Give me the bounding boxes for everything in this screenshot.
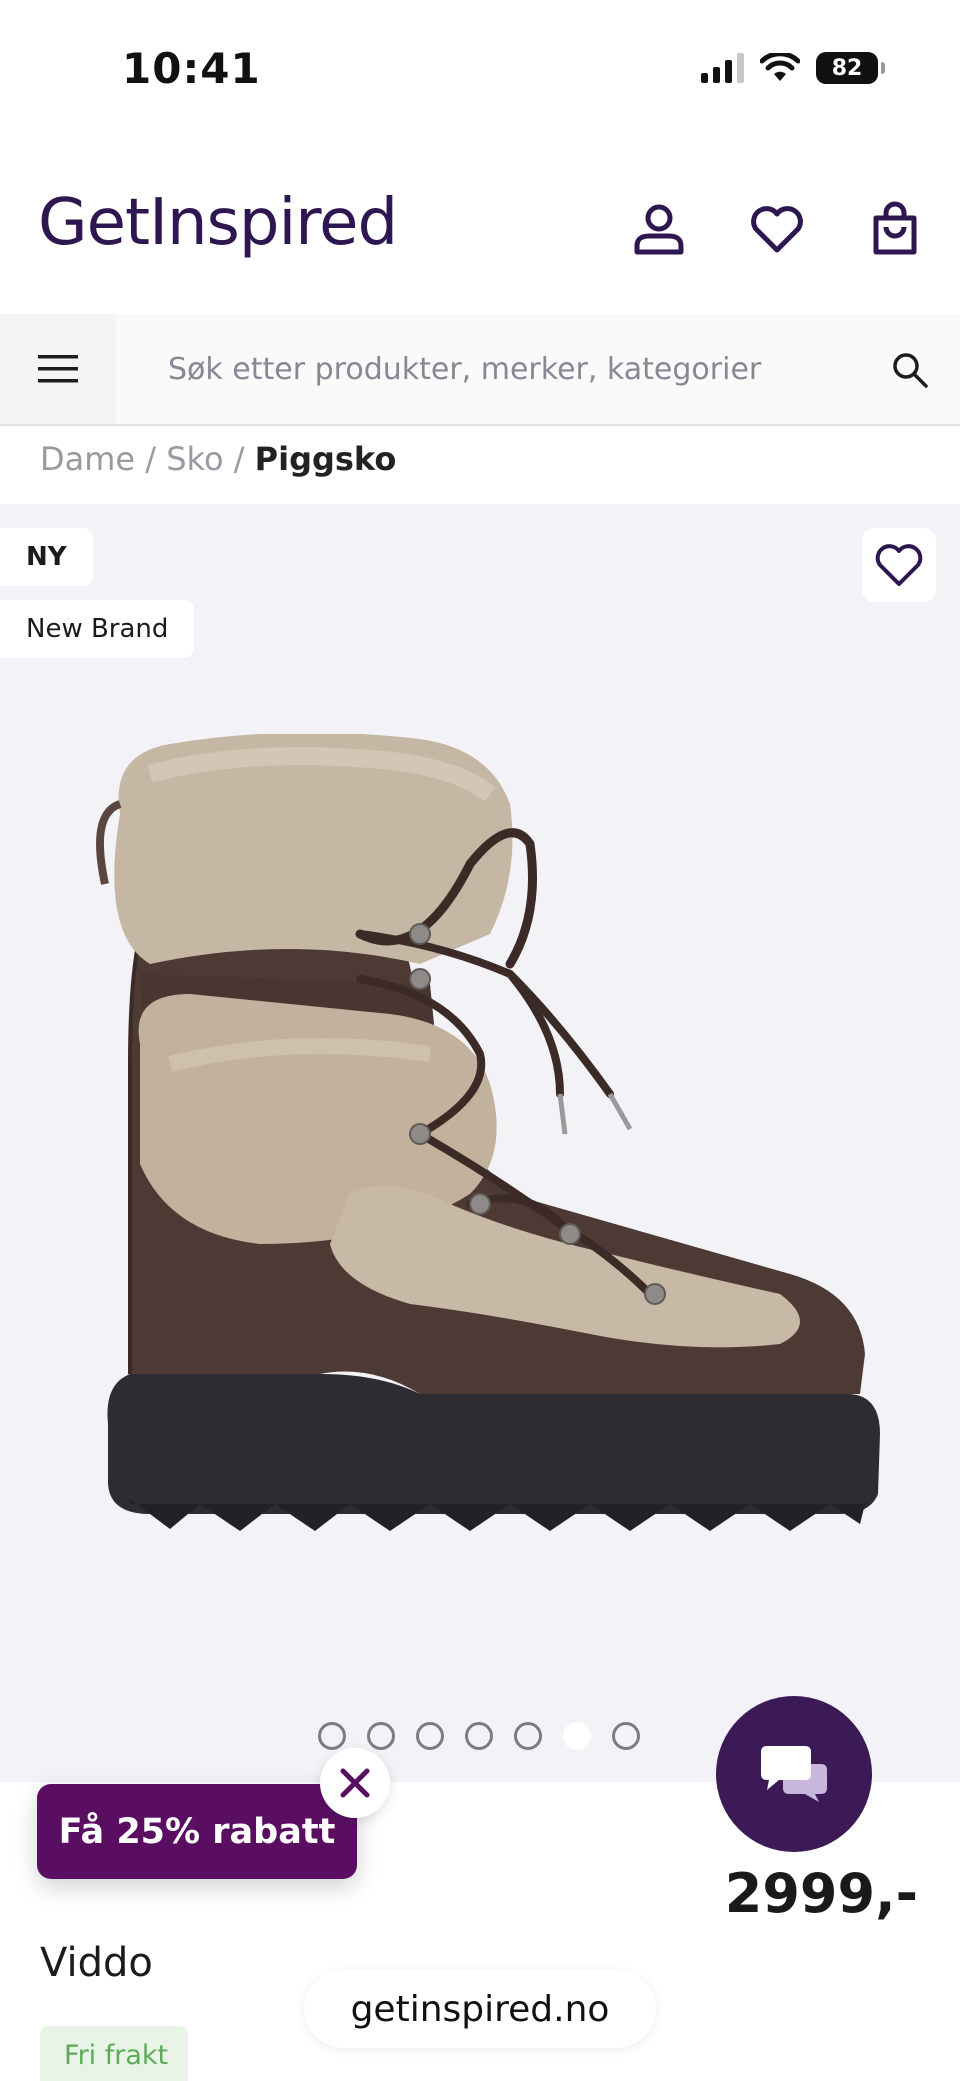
carousel-dots — [318, 1722, 640, 1750]
chat-button[interactable] — [716, 1696, 872, 1852]
browser-url-bar[interactable]: getinspired.no — [304, 1970, 656, 2048]
chat-icon — [761, 1746, 827, 1802]
breadcrumb: Dame / Sko / Piggsko — [40, 440, 396, 478]
favorite-button[interactable] — [862, 528, 936, 602]
search-bar — [0, 314, 960, 426]
breadcrumb-current: Piggsko — [254, 440, 397, 478]
battery-icon: 82 — [816, 52, 885, 84]
discount-promo-button[interactable]: Få 25% rabatt — [37, 1784, 357, 1879]
wifi-icon — [760, 53, 800, 81]
product-brand[interactable]: Viddo — [40, 1940, 153, 1986]
heart-icon[interactable] — [748, 200, 806, 258]
new-brand-badge: New Brand — [0, 600, 195, 658]
carousel-dot[interactable] — [612, 1722, 640, 1750]
header-actions — [630, 200, 924, 258]
close-icon — [340, 1768, 370, 1798]
status-bar: 10:41 82 — [0, 0, 960, 140]
hamburger-icon — [38, 355, 78, 383]
carousel-dot[interactable] — [367, 1722, 395, 1750]
cart-icon[interactable] — [866, 200, 924, 258]
site-header: GetInspired — [0, 160, 960, 310]
product-price: 2999,- — [724, 1862, 918, 1925]
product-gallery[interactable]: NY New Brand — [0, 504, 960, 1782]
breadcrumb-link-dame[interactable]: Dame — [40, 440, 135, 478]
promo-close-button[interactable] — [320, 1748, 390, 1818]
breadcrumb-link-sko[interactable]: Sko — [166, 440, 223, 478]
search-field — [116, 314, 960, 424]
free-shipping-badge: Fri frakt — [40, 2026, 188, 2081]
carousel-dot[interactable] — [514, 1722, 542, 1750]
account-icon[interactable] — [630, 200, 688, 258]
new-badge: NY — [0, 528, 93, 586]
battery-level: 82 — [831, 55, 863, 81]
carousel-dot[interactable] — [416, 1722, 444, 1750]
breadcrumb-separator: / — [233, 440, 245, 478]
breadcrumb-separator: / — [145, 440, 157, 478]
carousel-dot-active[interactable] — [563, 1722, 591, 1750]
carousel-dot[interactable] — [318, 1722, 346, 1750]
status-icons: 82 — [701, 52, 885, 84]
site-logo[interactable]: GetInspired — [38, 186, 398, 260]
signal-icon — [701, 53, 744, 83]
status-time: 10:41 — [122, 44, 261, 93]
menu-button[interactable] — [0, 314, 116, 424]
search-input[interactable] — [116, 314, 960, 424]
heart-icon — [875, 544, 923, 586]
carousel-dot[interactable] — [465, 1722, 493, 1750]
search-icon[interactable] — [890, 350, 930, 390]
product-image-boot — [96, 734, 880, 1531]
